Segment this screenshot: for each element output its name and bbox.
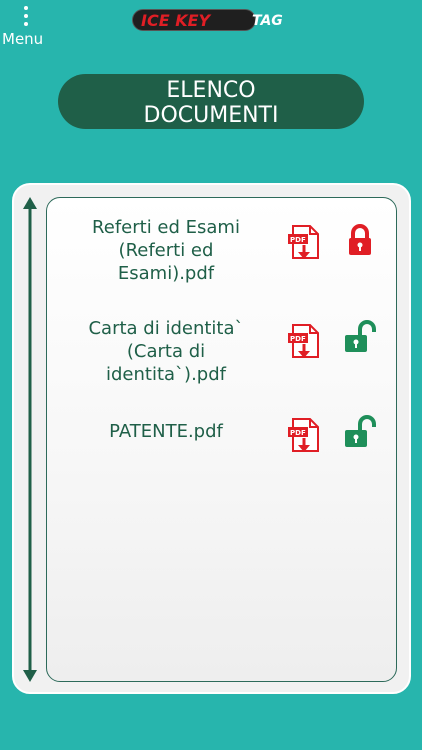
list-item: Carta di identita` (Carta di identita`).… — [47, 317, 398, 407]
pdf-download-icon[interactable]: PDF — [287, 224, 321, 262]
document-list: Referti ed Esami (Referti ed Esami).pdf … — [46, 197, 397, 682]
menu-button[interactable]: Menu — [2, 4, 52, 48]
pdf-download-icon[interactable]: PDF — [287, 323, 321, 361]
lock-open-icon[interactable] — [343, 319, 377, 355]
document-panel: Referti ed Esami (Referti ed Esami).pdf … — [12, 183, 411, 694]
page-title: ELENCO DOCUMENTI — [143, 77, 279, 128]
pdf-download-icon[interactable]: PDF — [287, 417, 321, 455]
logo-main-text: ICE KEY — [141, 11, 211, 30]
scroll-arrow-icon[interactable] — [22, 197, 38, 682]
page-title-box: ELENCO DOCUMENTI — [58, 74, 364, 129]
lock-closed-icon[interactable] — [343, 222, 377, 258]
document-name[interactable]: Referti ed Esami (Referti ed Esami).pdf — [63, 216, 269, 285]
logo-tag-text: TAG — [252, 13, 283, 29]
menu-dots-icon — [24, 6, 29, 32]
list-item: PATENTE.pdf PDF — [47, 415, 398, 510]
document-name[interactable]: Carta di identita` (Carta di identita`).… — [63, 317, 269, 386]
lock-open-icon[interactable] — [343, 414, 377, 450]
svg-text:PDF: PDF — [290, 429, 306, 437]
document-name[interactable]: PATENTE.pdf — [63, 420, 269, 443]
app-logo: ICE KEY TAG — [132, 9, 296, 31]
list-item: Referti ed Esami (Referti ed Esami).pdf … — [47, 216, 398, 306]
menu-label: Menu — [2, 30, 44, 48]
svg-text:PDF: PDF — [290, 236, 306, 244]
svg-text:PDF: PDF — [290, 335, 306, 343]
